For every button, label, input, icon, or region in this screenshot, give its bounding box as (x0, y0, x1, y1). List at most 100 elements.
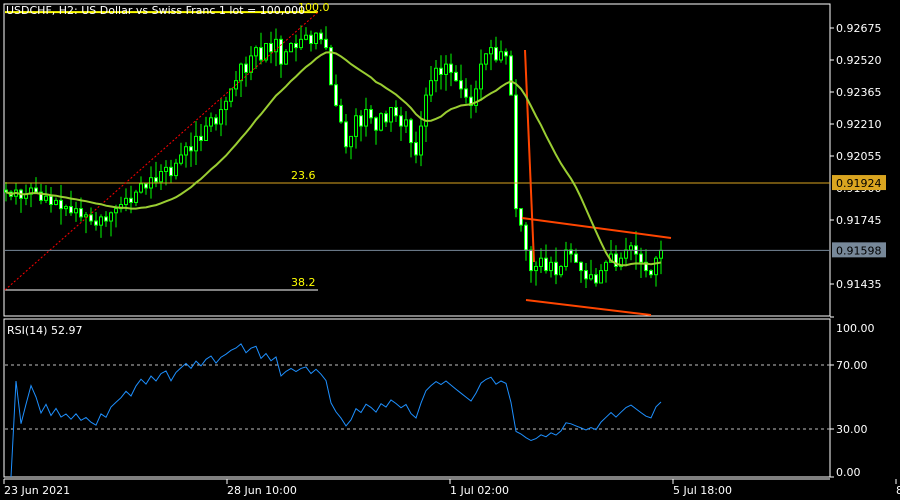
candle-body (394, 106, 398, 117)
candle-body (214, 117, 218, 125)
candle-body (299, 38, 303, 49)
price-label: 0.92055 (836, 150, 882, 163)
candle-body (174, 162, 178, 177)
candle-body (504, 51, 508, 57)
price-chart[interactable]: 0.92675 0.92520 0.92365 0.92210 0.92055 0.917… (0, 0, 900, 500)
candle-body (144, 183, 148, 189)
candle-body (264, 42, 268, 61)
candle-body (489, 47, 493, 55)
candle-body (549, 261, 553, 272)
price-label: 0.92675 (836, 22, 882, 35)
candle-body (539, 257, 543, 267)
candle-body (139, 183, 143, 193)
main-panel-border (3, 3, 831, 317)
candle-body (429, 80, 433, 96)
objects: 100.023.638.20.919240.91598 (4, 1, 886, 316)
candle-body (334, 84, 338, 106)
candle-body (164, 166, 168, 172)
candle-body (479, 63, 483, 90)
candle-body (249, 55, 253, 73)
rsi-axis-label: 0.00 (836, 466, 861, 479)
candle-body (599, 270, 603, 284)
candle-body (154, 177, 158, 183)
candle-body (179, 154, 183, 164)
candle-body (514, 94, 518, 210)
candle-body (604, 261, 608, 272)
candle-body (289, 42, 293, 53)
candle-body (534, 265, 538, 272)
candle-body (589, 274, 593, 280)
candle-body (404, 119, 408, 127)
candle-body (109, 212, 113, 222)
candle-body (284, 51, 288, 65)
candle-body (654, 257, 658, 276)
candle-body (524, 224, 528, 251)
time-label: 28 Jun 10:00 (227, 484, 297, 497)
candle-body (529, 249, 533, 272)
candle-body (94, 220, 98, 226)
price-label: 0.92520 (836, 54, 882, 67)
candle-body (414, 142, 418, 156)
rsi-axis-label: 70.00 (836, 359, 868, 372)
candle-body (459, 80, 463, 90)
price-label: 0.92210 (836, 118, 882, 131)
candle-body (159, 170, 163, 183)
candle-body (439, 67, 443, 75)
candle-body (314, 32, 318, 44)
candle-body (639, 253, 643, 263)
candle-body (359, 115, 363, 127)
candle-body (339, 104, 343, 123)
candle-body (204, 125, 208, 142)
candle-body (344, 121, 348, 148)
time-label: 23 Jun 2021 (4, 484, 70, 497)
candle-body (184, 146, 188, 156)
candle-body (544, 257, 548, 272)
candle-body (84, 214, 88, 218)
candle-body (494, 47, 498, 61)
candle-body (559, 265, 563, 276)
candle-body (99, 216, 103, 226)
candle-body (224, 100, 228, 111)
candle-body (74, 208, 78, 214)
time-label: 5 Jul 18:00 (673, 484, 732, 497)
candle-body (649, 270, 653, 276)
candle-body (134, 191, 138, 203)
price-label: 0.91435 (836, 278, 882, 291)
candle-body (594, 274, 598, 284)
moving-average-line (5, 51, 662, 267)
rsi-axis-label: 30.00 (836, 423, 868, 436)
candle-body (199, 135, 203, 142)
candle-body (59, 199, 63, 210)
rsi-panel-border (3, 318, 831, 478)
candle-body (354, 115, 358, 137)
candle-body (629, 245, 633, 251)
candle-body (379, 113, 383, 131)
candle-body (259, 47, 263, 61)
time-label: 1 Jul 02:00 (450, 484, 509, 497)
candles (4, 25, 663, 288)
candle-body (69, 206, 73, 214)
candle-body (374, 117, 378, 131)
fib-label-23-6: 23.6 (291, 169, 316, 182)
candle-body (254, 47, 258, 57)
candle-body (554, 261, 558, 276)
candle-body (124, 197, 128, 206)
candle-body (219, 109, 223, 125)
rsi-indicator: 100.00 70.00 30.00 0.00 (5, 316, 875, 479)
candle-body (499, 51, 503, 61)
candle-body (114, 208, 118, 214)
candle-body (169, 166, 173, 177)
candle-body (369, 109, 373, 119)
price-label: 0.92365 (836, 86, 882, 99)
channel-upper-line (521, 217, 672, 239)
candle-body (574, 253, 578, 263)
candle-body (389, 106, 393, 123)
candle-body (409, 119, 413, 144)
candle-body (34, 187, 38, 193)
price-label: 0.91745 (836, 214, 882, 227)
candle-body (624, 249, 628, 259)
candle-body (399, 115, 403, 127)
candle-body (584, 270, 588, 280)
candle-body (294, 42, 298, 49)
rsi-title: RSI(14) 52.97 (7, 324, 82, 337)
